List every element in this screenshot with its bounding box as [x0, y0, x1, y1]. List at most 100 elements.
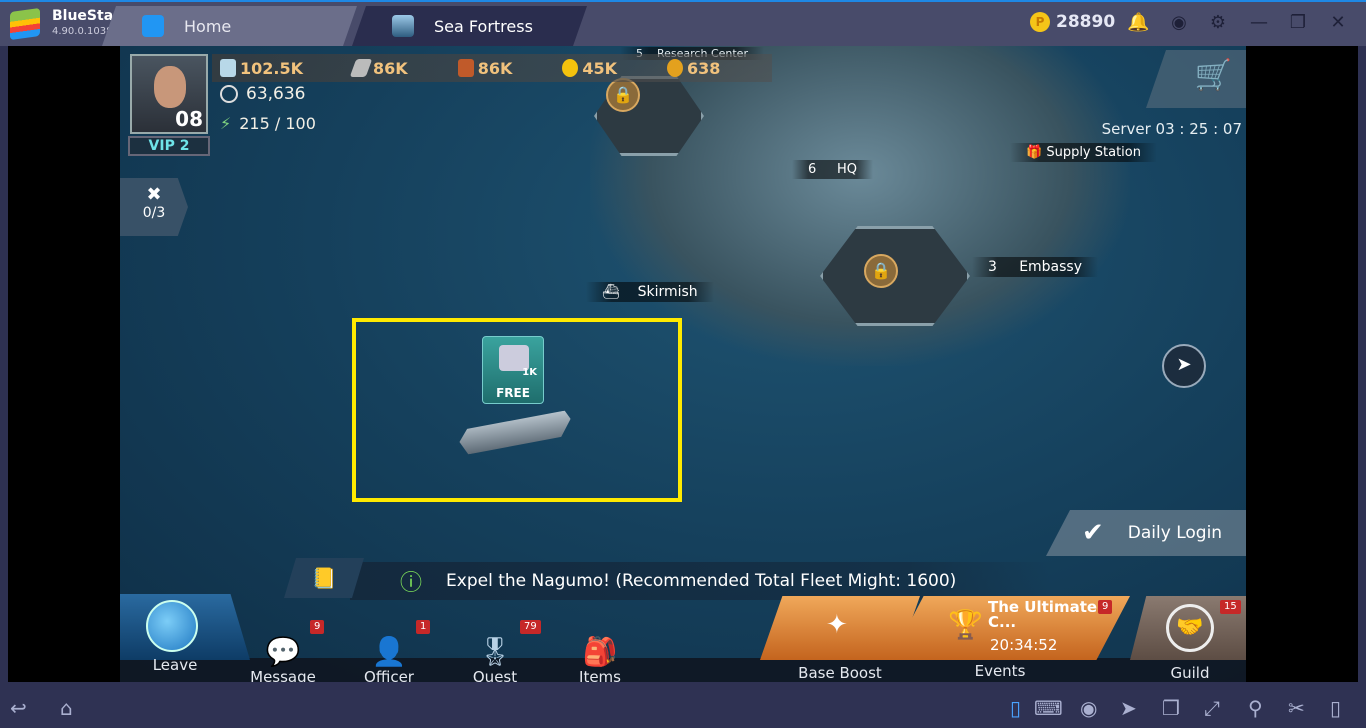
skirmish-label[interactable]: ⛴ Skirmish	[586, 282, 714, 302]
coin-balance[interactable]: P 28890	[1030, 12, 1115, 32]
label: Items	[579, 668, 621, 682]
label: Leave	[152, 656, 198, 674]
home-icon	[142, 15, 164, 37]
event-timer: 20:34:52	[990, 636, 1058, 654]
vip-badge[interactable]: VIP 2	[128, 136, 210, 156]
resource-steel[interactable]: 86K	[345, 59, 408, 78]
letterbox-right	[1246, 46, 1358, 682]
guild-button[interactable]: 🤝 15	[1130, 596, 1246, 660]
repair-button[interactable]: ✖ 0/3	[120, 178, 188, 236]
resource-uranium[interactable]: 45K	[554, 59, 617, 78]
minimize-icon[interactable]: —	[1249, 13, 1269, 33]
trophy-icon: 🏆	[948, 608, 983, 641]
value: 102.5K	[240, 58, 304, 78]
coin-icon: P	[1030, 12, 1050, 32]
amount: 1K	[522, 367, 537, 378]
daily-login-button[interactable]: ✔ Daily Login	[1046, 510, 1246, 556]
name: Supply Station	[1046, 145, 1141, 160]
guild-label: Guild	[1170, 664, 1210, 682]
label: Daily Login	[1127, 523, 1223, 543]
title-bar: BlueStacks 4.90.0.1038 Home Sea Fortress…	[0, 0, 1366, 46]
value: 45K	[582, 58, 618, 78]
name: Embassy	[1019, 259, 1083, 275]
value: 86K	[477, 58, 513, 78]
gift-icon: 🎁	[1026, 145, 1043, 160]
gold-coin-icon	[667, 59, 684, 77]
supply-station-label[interactable]: 🎁 Supply Station	[1010, 143, 1157, 162]
message-badge: 9	[310, 620, 325, 634]
account-icon[interactable]: ◉	[1169, 13, 1189, 33]
nav-quest[interactable]: 🎖 Quest	[450, 632, 540, 682]
free-label: FREE	[496, 386, 530, 400]
events-button[interactable]: 🏆 The Ultimate C... 20:34:52 9	[890, 596, 1130, 660]
bell-icon[interactable]: 🔔	[1127, 13, 1149, 33]
quest-badge: 79	[520, 620, 541, 634]
level: 3	[988, 259, 997, 275]
fullscreen-icon[interactable]: ⤢	[1204, 696, 1220, 720]
value: 63,636	[246, 84, 306, 104]
label: Message	[250, 668, 316, 682]
resource-gold[interactable]: 638	[659, 59, 720, 78]
multi-instance-icon[interactable]: ❐	[1162, 696, 1180, 720]
eye-icon[interactable]: ◉	[1080, 696, 1097, 720]
radiation-icon	[562, 59, 579, 77]
tab-sea-fortress[interactable]: Sea Fortress	[352, 6, 587, 46]
avatar[interactable]: 08	[130, 54, 208, 134]
oil-tank-icon	[220, 59, 236, 77]
letterbox-left	[8, 46, 120, 682]
resource-bar: 102.5K 86K 86K 45K 638	[212, 54, 772, 82]
leave-button[interactable]	[120, 594, 250, 660]
lightning-icon: ⚡	[220, 114, 232, 133]
restore-icon[interactable]: ❐	[1288, 13, 1308, 33]
hq-label[interactable]: 6 HQ	[792, 160, 873, 179]
version: 4.90.0.1038	[52, 26, 113, 37]
phone-icon[interactable]: ▯	[1330, 696, 1341, 720]
android-nav-bar: ↩ ⌂ ▯ ⌨ ◉ ➤ ❐ ⤢ ⚲ ✂ ▯	[0, 690, 1366, 728]
events-label: Events	[974, 662, 1026, 680]
free-resource-bubble[interactable]: 1K FREE	[482, 336, 544, 404]
repair-count: 0/3	[142, 205, 166, 221]
navigate-button[interactable]: ➤	[1162, 344, 1206, 388]
nav-officer[interactable]: 👤 Officer	[344, 632, 434, 682]
tab-label: Sea Fortress	[434, 16, 533, 36]
tab-home[interactable]: Home	[102, 6, 357, 46]
rocket-icon: ✦	[826, 610, 848, 640]
base-boost-label: Base Boost	[798, 664, 882, 682]
guild-badge: 15	[1220, 600, 1241, 614]
game-viewport[interactable]: 🔒 🔒 5 Research Center 6 HQ 🎁 Supply Stat…	[120, 46, 1246, 682]
nav-items[interactable]: 🎒 Items	[555, 632, 645, 682]
nav-message[interactable]: 💬 Message	[238, 632, 328, 682]
checkmark-icon: ✔	[1082, 518, 1104, 548]
shop-cart-button[interactable]: 🛒	[1146, 50, 1246, 108]
home-icon[interactable]: ⌂	[60, 696, 73, 720]
globe-icon	[146, 600, 198, 652]
portrait-mode-icon[interactable]: ▯	[1010, 696, 1021, 720]
cart-icon: 🛒	[1194, 58, 1232, 93]
ship-icon: ⛴	[602, 284, 620, 300]
nav-leave[interactable]: Leave	[130, 656, 220, 674]
keyboard-icon[interactable]: ⌨	[1034, 696, 1063, 720]
gear-icon[interactable]: ⚙	[1208, 13, 1228, 33]
player-level: 08	[175, 107, 203, 131]
handshake-icon: 🤝	[1166, 604, 1214, 652]
fuel-can-icon	[457, 59, 474, 77]
sea-fortress-icon	[392, 15, 414, 37]
bag-icon: 🎒	[582, 635, 618, 668]
location-icon[interactable]: ⚲	[1248, 696, 1263, 720]
lock-icon[interactable]: 🔒	[864, 254, 898, 288]
scissors-icon[interactable]: ✂	[1288, 696, 1305, 720]
quest-text: Expel the Nagumo! (Recommended Total Fle…	[446, 571, 957, 591]
officer-icon: 👤	[371, 635, 407, 668]
cursor-icon[interactable]: ➤	[1120, 696, 1137, 720]
lock-icon[interactable]: 🔒	[606, 78, 640, 112]
close-icon[interactable]: ✕	[1328, 13, 1348, 33]
resource-fuel[interactable]: 86K	[450, 58, 513, 78]
commander-portrait	[154, 66, 186, 108]
bluestacks-logo	[10, 7, 40, 41]
coin-count: 28890	[1056, 12, 1116, 32]
bottom-menu: Leave 💬 Message 9 👤 Officer 1 🎖 Quest 79 🎒 I…	[120, 592, 1246, 682]
back-icon[interactable]: ↩	[10, 696, 27, 720]
tab-label: Home	[184, 16, 232, 36]
embassy-label[interactable]: 3 Embassy	[972, 257, 1099, 277]
resource-oil[interactable]: 102.5K	[212, 59, 303, 78]
